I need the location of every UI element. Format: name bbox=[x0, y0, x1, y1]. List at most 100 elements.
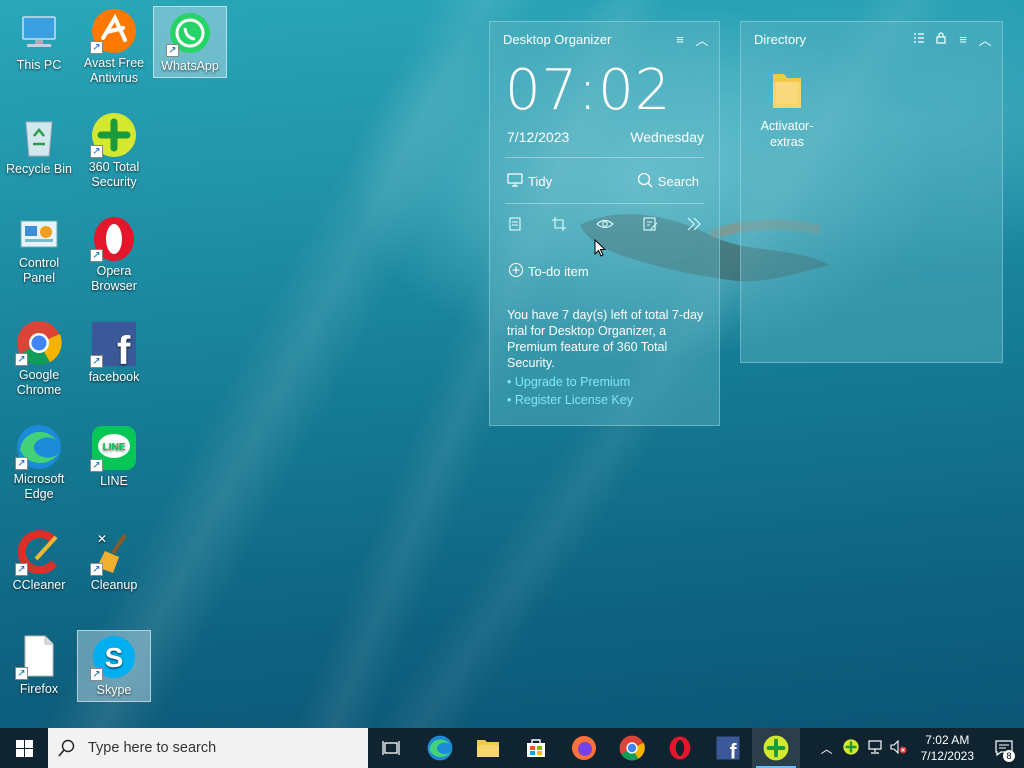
organizer-toolbar bbox=[490, 204, 719, 236]
system-tray: ︿ 7:02 AM 7/12/2023 8 bbox=[815, 728, 1024, 768]
control-panel-icon bbox=[15, 216, 63, 254]
taskbar: Type here to search f ︿ 7:02 AM 7/12/202… bbox=[0, 728, 1024, 768]
desktop-icon-this-pc[interactable]: This PC bbox=[2, 6, 76, 78]
desktop-icon-recycle-bin[interactable]: Recycle Bin bbox=[2, 110, 76, 182]
shortcut-arrow-icon: ↗ bbox=[15, 353, 28, 366]
taskbar-time: 7:02 AM bbox=[925, 733, 970, 747]
desktop-icon-control-panel[interactable]: Control Panel bbox=[2, 214, 76, 286]
desktop-organizer-panel: Desktop Organizer ≡ ︿ 07:02 7/12/2023 We… bbox=[489, 21, 720, 426]
todo-item-button[interactable]: To-do item bbox=[490, 236, 719, 281]
taskbar-store[interactable] bbox=[512, 728, 560, 768]
organizer-title: Desktop Organizer bbox=[503, 31, 612, 47]
eye-icon[interactable] bbox=[595, 216, 614, 236]
recycle-bin-icon bbox=[15, 112, 63, 160]
shortcut-arrow-icon: ↗ bbox=[166, 44, 179, 57]
show-hidden-icons-button[interactable]: ︿ bbox=[815, 740, 839, 757]
collapse-icon[interactable]: ︿ bbox=[978, 30, 992, 49]
svg-text:S: S bbox=[105, 642, 124, 673]
list-view-icon[interactable] bbox=[912, 32, 926, 47]
directory-panel: Directory ≡ ︿ Activator-extras bbox=[740, 21, 1003, 363]
desktop-icon-chrome[interactable]: ↗ Google Chrome bbox=[2, 318, 76, 397]
taskbar-opera[interactable] bbox=[656, 728, 704, 768]
taskbar-clock[interactable]: 7:02 AM 7/12/2023 bbox=[911, 732, 984, 764]
360-security-icon: ↗ bbox=[90, 112, 138, 158]
organizer-clock: 07:02 bbox=[505, 58, 672, 123]
opera-icon bbox=[669, 736, 691, 760]
edge-icon bbox=[427, 735, 453, 761]
task-view-button[interactable] bbox=[368, 728, 416, 768]
svg-text:f: f bbox=[117, 329, 131, 367]
shortcut-arrow-icon: ↗ bbox=[90, 668, 103, 681]
desktop-icon-avast[interactable]: ↗ Avast Free Antivirus bbox=[77, 6, 151, 85]
desktop-icon-cleanup[interactable]: ✕ ↗ Cleanup bbox=[77, 526, 151, 598]
lock-icon[interactable] bbox=[934, 31, 948, 47]
organizer-date: 7/12/2023 bbox=[507, 129, 570, 145]
organizer-actions: Tidy Search bbox=[490, 158, 719, 191]
directory-header: Directory ≡ ︿ bbox=[741, 22, 1002, 56]
taskbar-firefox[interactable] bbox=[560, 728, 608, 768]
search-icon bbox=[637, 172, 653, 191]
desktop-icon-firefox[interactable]: ↗ Firefox bbox=[2, 630, 76, 702]
skype-icon: S ↗ bbox=[90, 633, 138, 681]
desktop-icon-line[interactable]: LINE ↗ LINE bbox=[77, 422, 151, 494]
add-circle-icon bbox=[508, 262, 524, 281]
expand-more-icon[interactable] bbox=[686, 216, 702, 236]
shortcut-arrow-icon: ↗ bbox=[90, 249, 103, 262]
organizer-weekday: Wednesday bbox=[630, 129, 704, 145]
desktop-icon-edge[interactable]: ↗ Microsoft Edge bbox=[2, 422, 76, 501]
action-center-button[interactable]: 8 bbox=[984, 728, 1024, 768]
line-icon: LINE ↗ bbox=[90, 424, 138, 472]
note-edit-icon[interactable] bbox=[642, 216, 658, 236]
taskbar-facebook[interactable]: f bbox=[704, 728, 752, 768]
file-icon: ↗ bbox=[15, 632, 63, 680]
shortcut-arrow-icon: ↗ bbox=[15, 563, 28, 576]
chrome-icon: ↗ bbox=[15, 320, 63, 366]
facebook-icon: f ↗ bbox=[90, 320, 138, 368]
desktop-icon-skype[interactable]: S ↗ Skype bbox=[77, 630, 151, 702]
menu-icon[interactable]: ≡ bbox=[956, 32, 970, 47]
chrome-icon bbox=[619, 735, 645, 761]
desktop-icon-ccleaner[interactable]: ↗ CCleaner bbox=[2, 526, 76, 598]
directory-item-label: Activator-extras bbox=[760, 119, 814, 149]
360-tray-icon[interactable] bbox=[839, 738, 863, 758]
shortcut-arrow-icon: ↗ bbox=[90, 563, 103, 576]
search-button[interactable]: Search bbox=[637, 172, 699, 191]
search-icon bbox=[58, 739, 75, 757]
menu-icon[interactable]: ≡ bbox=[673, 32, 687, 47]
desktop-icon-facebook[interactable]: f ↗ facebook bbox=[77, 318, 151, 390]
monitor-icon bbox=[507, 173, 523, 190]
desktop-icon-whatsapp[interactable]: ↗ WhatsApp bbox=[153, 6, 227, 78]
taskbar-file-explorer[interactable] bbox=[464, 728, 512, 768]
directory-item-activator-extras[interactable]: Activator-extras bbox=[749, 68, 825, 150]
crop-icon[interactable] bbox=[551, 216, 567, 236]
ccleaner-icon: ↗ bbox=[15, 528, 63, 576]
facebook-icon: f bbox=[716, 736, 740, 760]
folder-icon bbox=[749, 68, 825, 112]
organizer-dateline: 7/12/2023 Wednesday bbox=[490, 129, 719, 145]
taskbar-chrome[interactable] bbox=[608, 728, 656, 768]
start-button[interactable] bbox=[0, 728, 48, 768]
desktop-icon-360-security[interactable]: ↗ 360 Total Security bbox=[77, 110, 151, 189]
this-pc-icon bbox=[15, 8, 63, 56]
svg-text:f: f bbox=[730, 740, 737, 760]
volume-muted-icon[interactable] bbox=[887, 739, 911, 757]
folder-icon bbox=[477, 740, 499, 757]
network-icon[interactable] bbox=[863, 739, 887, 757]
store-icon bbox=[527, 739, 545, 757]
desktop-icon-opera[interactable]: ↗ Opera Browser bbox=[77, 214, 151, 293]
360-security-icon bbox=[763, 735, 789, 761]
collapse-icon[interactable]: ︿ bbox=[695, 30, 709, 49]
taskbar-edge[interactable] bbox=[416, 728, 464, 768]
shortcut-arrow-icon: ↗ bbox=[90, 41, 103, 54]
documents-icon[interactable] bbox=[507, 216, 523, 236]
avast-icon: ↗ bbox=[90, 8, 138, 54]
svg-text:✕: ✕ bbox=[97, 532, 107, 546]
taskbar-360-security[interactable] bbox=[752, 728, 800, 768]
cleanup-icon: ✕ ↗ bbox=[90, 528, 138, 576]
search-placeholder: Type here to search bbox=[88, 740, 217, 756]
register-license-link[interactable]: • Register License Key bbox=[490, 391, 719, 409]
upgrade-premium-link[interactable]: • Upgrade to Premium bbox=[490, 373, 719, 391]
taskbar-search-box[interactable]: Type here to search bbox=[48, 728, 368, 768]
shortcut-arrow-icon: ↗ bbox=[90, 145, 103, 158]
tidy-button[interactable]: Tidy bbox=[507, 172, 552, 191]
